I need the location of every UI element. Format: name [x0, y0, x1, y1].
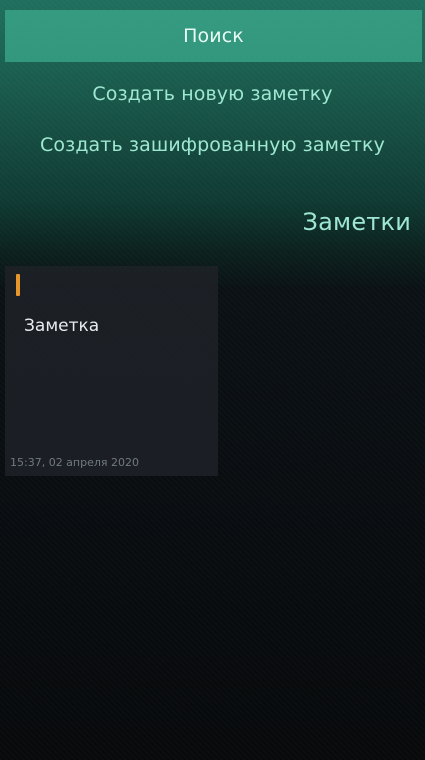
- create-note-menu-item[interactable]: Создать новую заметку: [0, 78, 425, 110]
- pulley-menu: Поиск Создать новую заметку Создать заши…: [0, 0, 425, 200]
- page-title: Заметки: [302, 208, 411, 236]
- notes-screen: Поиск Создать новую заметку Создать заши…: [0, 0, 425, 760]
- search-menu-item[interactable]: Поиск: [5, 10, 422, 62]
- create-encrypted-note-menu-item[interactable]: Создать зашифрованную заметку: [0, 129, 425, 161]
- note-color-indicator: [16, 274, 20, 296]
- note-timestamp: 15:37, 02 апреля 2020: [10, 456, 140, 469]
- note-card[interactable]: Заметка 15:37, 02 апреля 2020: [5, 266, 218, 476]
- note-title: Заметка: [24, 316, 100, 336]
